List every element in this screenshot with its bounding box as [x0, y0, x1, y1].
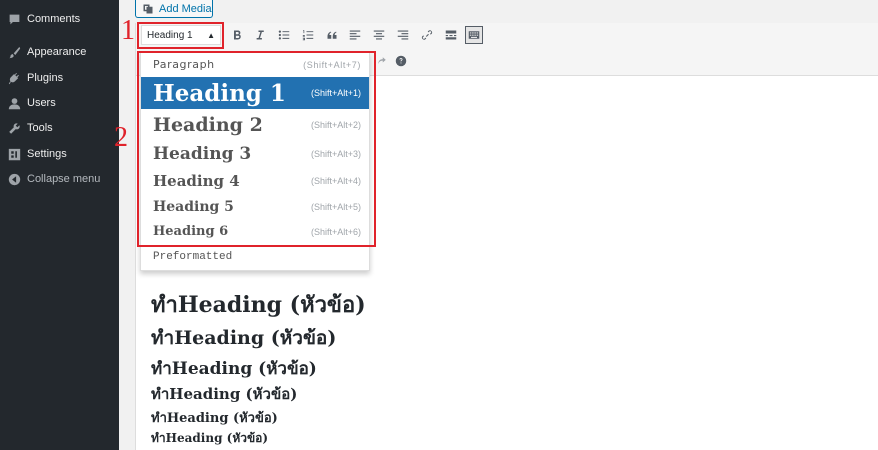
callout-number-2: 2: [114, 122, 128, 153]
read-more-button[interactable]: [442, 26, 460, 44]
content-heading-6: ทำHeading (หัวข้อ): [151, 431, 269, 445]
align-center-button[interactable]: [370, 26, 388, 44]
numbered-list-button[interactable]: [299, 26, 317, 44]
sidebar-item-settings[interactable]: Settings: [0, 142, 119, 166]
sidebar-item-appearance[interactable]: Appearance: [0, 40, 119, 64]
content-heading-1: ทำHeading (หัวข้อ): [151, 292, 366, 318]
help-icon: [395, 55, 407, 67]
blockquote-icon: [327, 31, 337, 39]
sidebar-item-label: Settings: [27, 148, 67, 160]
bulleted-list-button[interactable]: [275, 26, 293, 44]
bold-icon: [234, 30, 241, 40]
paintbrush-icon: [7, 45, 21, 59]
toolbar-toggle-button[interactable]: [465, 26, 483, 44]
bulleted-list-icon: [278, 30, 290, 40]
collapse-icon: [7, 172, 21, 186]
comment-icon: [7, 12, 21, 26]
callout-number-1: 1: [121, 15, 135, 46]
wrench-icon: [7, 121, 21, 135]
bold-button[interactable]: [228, 26, 246, 44]
align-right-icon: [397, 30, 409, 40]
sidebar-item-label: Comments: [27, 13, 81, 25]
format-option-preformatted[interactable]: Preformatted: [141, 247, 369, 267]
admin-sidebar: Comments Appearance Plugins Users Tools …: [0, 0, 119, 450]
sidebar-item-users[interactable]: Users: [0, 91, 119, 115]
add-media-button[interactable]: Add Media: [135, 0, 213, 18]
sidebar-item-plugins[interactable]: Plugins: [0, 66, 119, 90]
media-icon: [143, 4, 153, 13]
plug-icon: [7, 71, 21, 85]
callout-box-format-select: [137, 22, 224, 49]
align-right-button[interactable]: [394, 26, 412, 44]
link-icon: [421, 30, 433, 40]
sidebar-item-label: Collapse menu: [27, 173, 101, 185]
insert-link-button[interactable]: [418, 26, 436, 44]
content-heading-4: ทำHeading (หัวข้อ): [151, 385, 298, 403]
content-heading-5: ทำHeading (หัวข้อ): [151, 411, 278, 426]
blockquote-button[interactable]: [323, 26, 341, 44]
sidebar-item-comments[interactable]: Comments: [0, 7, 119, 31]
redo-icon: [378, 57, 386, 64]
sidebar-collapse-menu[interactable]: Collapse menu: [0, 167, 119, 191]
keyboard-icon: [468, 31, 480, 39]
sidebar-item-label: Plugins: [27, 72, 64, 84]
content-heading-3: ทำHeading (หัวข้อ): [151, 359, 317, 379]
numbered-list-icon: [302, 30, 314, 41]
callout-box-heading-options: [137, 51, 376, 247]
align-center-icon: [373, 30, 385, 40]
help-button[interactable]: [392, 52, 410, 70]
settings-icon: [7, 147, 21, 161]
user-icon: [7, 96, 21, 110]
sidebar-item-tools[interactable]: Tools: [0, 116, 119, 140]
sidebar-item-label: Tools: [27, 122, 53, 134]
italic-icon: [256, 30, 264, 40]
align-left-button[interactable]: [346, 26, 364, 44]
sidebar-item-label: Users: [27, 97, 56, 109]
sidebar-item-label: Appearance: [27, 46, 87, 58]
italic-button[interactable]: [251, 26, 269, 44]
read-more-icon: [445, 30, 457, 40]
align-left-icon: [349, 30, 361, 40]
content-heading-2: ทำHeading (หัวข้อ): [151, 327, 337, 349]
